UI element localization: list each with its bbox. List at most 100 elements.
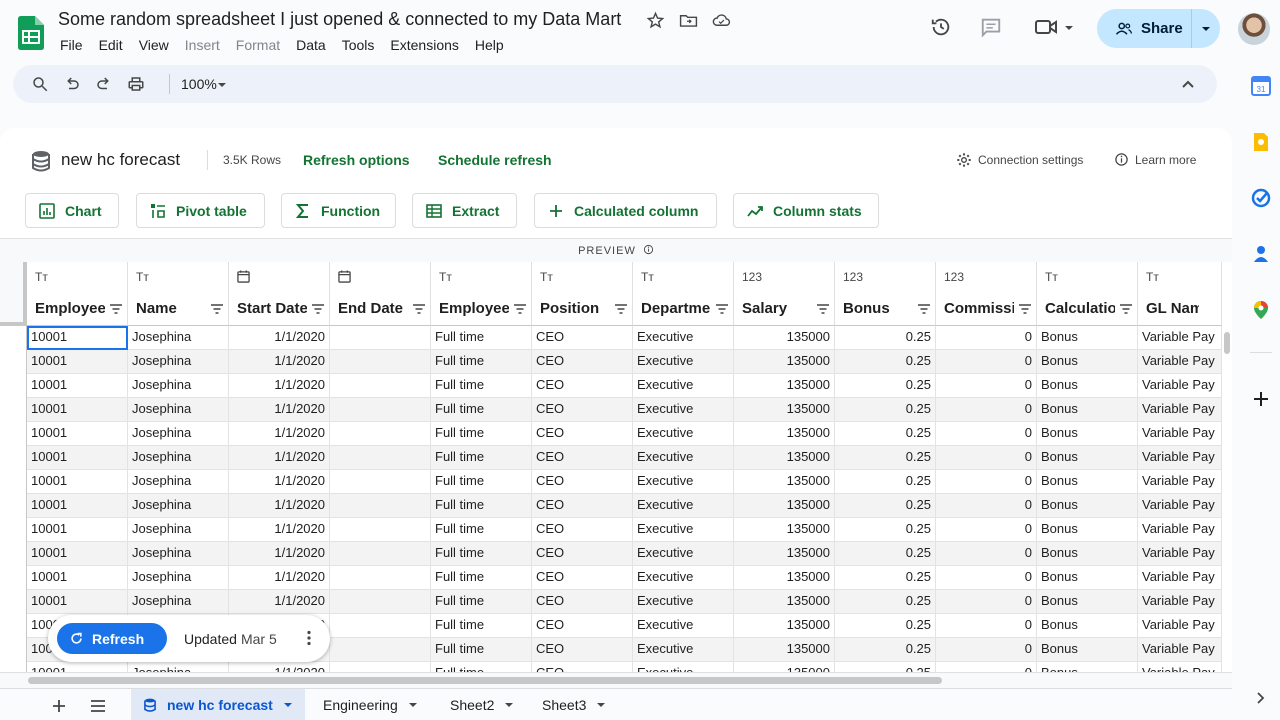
table-cell[interactable]: Executive xyxy=(633,566,734,590)
table-cell[interactable] xyxy=(330,446,431,470)
column-header[interactable]: Tт Employee xyxy=(431,262,532,326)
table-cell[interactable]: Variable Pay xyxy=(1138,566,1222,590)
table-cell[interactable]: 135000 xyxy=(734,590,835,614)
table-cell[interactable]: 0 xyxy=(936,566,1037,590)
table-cell[interactable]: Executive xyxy=(633,422,734,446)
menu-view[interactable]: View xyxy=(139,37,177,53)
cloud-status-icon[interactable] xyxy=(712,11,731,30)
table-cell[interactable]: Full time xyxy=(431,374,532,398)
filter-icon[interactable] xyxy=(513,302,527,316)
table-cell[interactable] xyxy=(330,638,431,662)
table-cell[interactable]: 135000 xyxy=(734,542,835,566)
table-cell[interactable]: Josephina xyxy=(128,518,229,542)
table-cell[interactable]: Full time xyxy=(431,662,532,672)
table-cell[interactable]: 10001 xyxy=(27,542,128,566)
table-cell[interactable]: Full time xyxy=(431,422,532,446)
avatar[interactable] xyxy=(1238,13,1270,45)
table-cell[interactable]: 1/1/2020 xyxy=(229,398,330,422)
menu-extensions[interactable]: Extensions xyxy=(390,37,466,53)
table-cell[interactable]: Bonus xyxy=(1037,590,1138,614)
table-cell[interactable]: Bonus xyxy=(1037,422,1138,446)
table-cell[interactable]: Bonus xyxy=(1037,566,1138,590)
table-cell[interactable]: Executive xyxy=(633,494,734,518)
table-cell[interactable]: Executive xyxy=(633,590,734,614)
table-cell[interactable]: 10001 xyxy=(27,326,128,350)
calculated-column-button[interactable]: Calculated column xyxy=(534,193,717,228)
table-cell[interactable]: Bonus xyxy=(1037,398,1138,422)
filter-icon[interactable] xyxy=(1018,302,1032,316)
table-cell[interactable]: 135000 xyxy=(734,326,835,350)
tasks-icon[interactable] xyxy=(1251,188,1271,208)
table-cell[interactable]: Full time xyxy=(431,518,532,542)
column-header[interactable]: Tт Position xyxy=(532,262,633,326)
table-cell[interactable]: Full time xyxy=(431,494,532,518)
table-cell[interactable]: CEO xyxy=(532,398,633,422)
table-cell[interactable]: 1/1/2020 xyxy=(229,470,330,494)
table-cell[interactable]: Executive xyxy=(633,398,734,422)
table-cell[interactable]: CEO xyxy=(532,614,633,638)
version-history-icon[interactable] xyxy=(930,16,952,38)
keep-icon[interactable] xyxy=(1251,132,1271,152)
table-cell[interactable]: 0 xyxy=(936,470,1037,494)
table-cell[interactable]: Bonus xyxy=(1037,638,1138,662)
chevron-down-icon[interactable] xyxy=(596,701,606,709)
table-cell[interactable]: Variable Pay xyxy=(1138,542,1222,566)
table-cell[interactable]: Variable Pay xyxy=(1138,326,1222,350)
table-cell[interactable]: Full time xyxy=(431,566,532,590)
table-cell[interactable]: 0.25 xyxy=(835,470,936,494)
table-cell[interactable]: 1/1/2020 xyxy=(229,446,330,470)
table-cell[interactable]: CEO xyxy=(532,542,633,566)
menu-data[interactable]: Data xyxy=(296,37,334,53)
table-cell[interactable]: Full time xyxy=(431,614,532,638)
table-cell[interactable]: Josephina xyxy=(128,494,229,518)
zoom-select[interactable]: 100% xyxy=(181,76,217,92)
table-cell[interactable] xyxy=(330,470,431,494)
table-cell[interactable]: 0.25 xyxy=(835,350,936,374)
select-all-corner[interactable] xyxy=(0,262,27,326)
add-sheet-icon[interactable] xyxy=(51,698,67,714)
table-cell[interactable]: 0 xyxy=(936,350,1037,374)
sheet-tab[interactable]: Sheet2 xyxy=(438,689,526,720)
table-cell[interactable]: Bonus xyxy=(1037,326,1138,350)
table-cell[interactable]: Variable Pay xyxy=(1138,350,1222,374)
table-cell[interactable]: 0 xyxy=(936,614,1037,638)
sheet-tab[interactable]: Engineering xyxy=(311,689,430,720)
table-cell[interactable]: 1/1/2020 xyxy=(229,494,330,518)
table-cell[interactable]: Full time xyxy=(431,470,532,494)
table-cell[interactable]: Josephina xyxy=(128,542,229,566)
menu-format[interactable]: Format xyxy=(236,37,288,53)
table-cell[interactable]: CEO xyxy=(532,638,633,662)
table-cell[interactable]: Josephina xyxy=(128,350,229,374)
column-header[interactable]: 123 Salary xyxy=(734,262,835,326)
table-cell[interactable]: Variable Pay xyxy=(1138,374,1222,398)
table-cell[interactable]: 0 xyxy=(936,542,1037,566)
filter-icon[interactable] xyxy=(311,302,325,316)
column-header[interactable]: End Date xyxy=(330,262,431,326)
menu-edit[interactable]: Edit xyxy=(99,37,131,53)
table-cell[interactable]: Variable Pay xyxy=(1138,422,1222,446)
print-icon[interactable] xyxy=(127,75,145,93)
table-cell[interactable]: 0 xyxy=(936,494,1037,518)
table-cell[interactable]: 0.25 xyxy=(835,446,936,470)
table-cell[interactable]: Executive xyxy=(633,638,734,662)
table-cell[interactable]: Variable Pay xyxy=(1138,446,1222,470)
column-header[interactable]: Tт Employee xyxy=(27,262,128,326)
add-addon-icon[interactable] xyxy=(1251,389,1271,409)
table-cell[interactable]: CEO xyxy=(532,374,633,398)
table-cell[interactable]: 135000 xyxy=(734,638,835,662)
table-cell[interactable]: 0 xyxy=(936,326,1037,350)
table-cell[interactable]: 135000 xyxy=(734,470,835,494)
chevron-down-icon[interactable] xyxy=(283,701,293,709)
table-cell[interactable]: Variable Pay xyxy=(1138,518,1222,542)
table-cell[interactable] xyxy=(330,374,431,398)
table-cell[interactable]: 0.25 xyxy=(835,422,936,446)
vertical-scroll-thumb[interactable] xyxy=(1224,332,1230,354)
filter-icon[interactable] xyxy=(210,302,224,316)
column-stats-button[interactable]: Column stats xyxy=(733,193,879,228)
table-cell[interactable]: 0 xyxy=(936,422,1037,446)
learn-more-link[interactable]: Learn more xyxy=(1114,152,1196,167)
table-cell[interactable]: Josephina xyxy=(128,566,229,590)
table-cell[interactable]: 10001 xyxy=(27,494,128,518)
table-cell[interactable] xyxy=(330,398,431,422)
contacts-icon[interactable] xyxy=(1251,244,1271,264)
